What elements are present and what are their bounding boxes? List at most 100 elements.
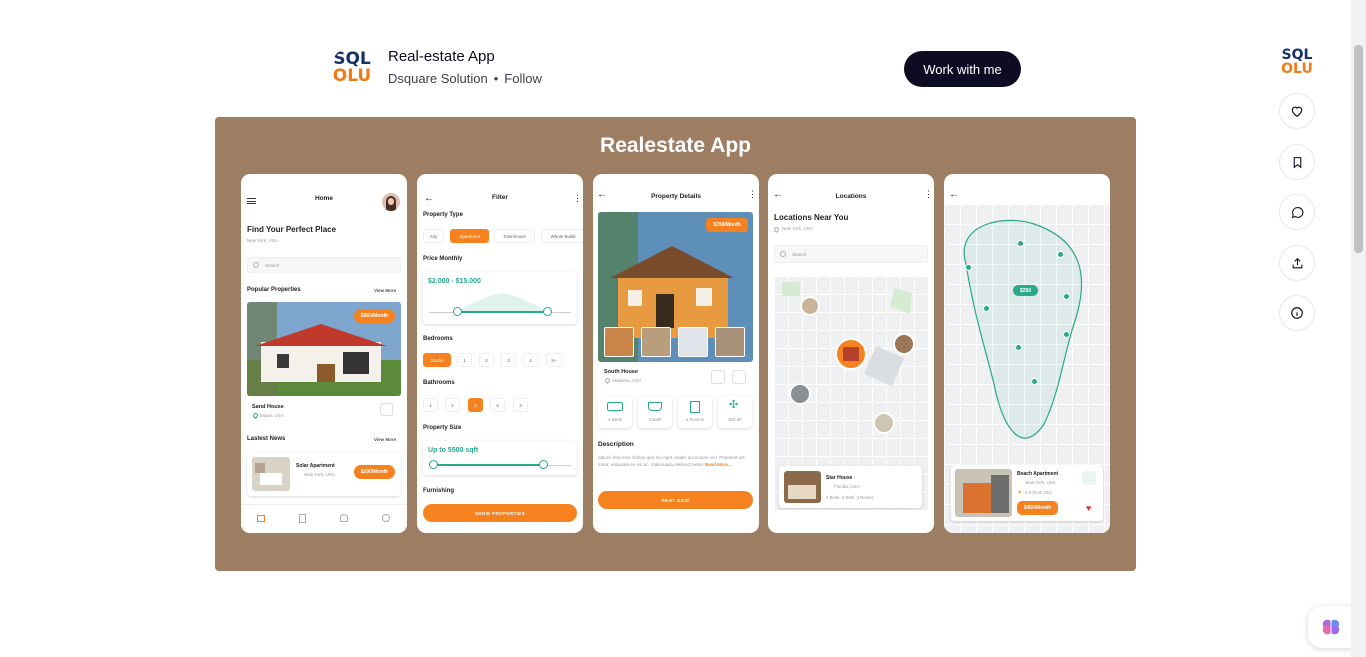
type-chip[interactable]: Whole Buildi xyxy=(541,229,583,243)
read-more-link[interactable]: Read More... xyxy=(705,462,732,467)
like-button[interactable] xyxy=(1279,93,1315,129)
bathroom-chip[interactable]: 1 xyxy=(423,398,438,412)
map-dot[interactable] xyxy=(983,305,990,312)
map-house-marker[interactable] xyxy=(800,296,820,316)
map-dot[interactable] xyxy=(1017,240,1024,247)
size-slider-min-handle[interactable] xyxy=(429,460,438,469)
price-slider-track[interactable] xyxy=(457,311,547,313)
side-logo-line-1: SQL xyxy=(1281,47,1313,63)
beach-apartment-name: Beach Apartment xyxy=(1017,471,1059,477)
rent-now-button[interactable]: RENT NOW xyxy=(598,491,753,509)
beach-apartment-price: $450/Month xyxy=(1017,501,1058,515)
assistant-button[interactable] xyxy=(1308,606,1354,648)
map-dot[interactable] xyxy=(1063,293,1070,300)
brain-icon xyxy=(1322,619,1340,635)
profile-icon[interactable] xyxy=(382,514,390,522)
bedroom-chip[interactable]: 5+ xyxy=(546,353,562,367)
shot-image[interactable]: Realestate App Home Find Your Perfect Pl… xyxy=(215,117,1136,571)
gallery-thumb[interactable] xyxy=(641,327,671,357)
author-avatar[interactable]: SQL OLU xyxy=(331,47,373,89)
size-slider-track[interactable] xyxy=(433,464,543,466)
popular-view-more[interactable]: View More xyxy=(374,288,396,293)
news-card[interactable]: Solar Apartment New York, USA $290/Month xyxy=(247,452,401,496)
area-map[interactable]: $250 Beach Apartment New York, USA 4.9 (… xyxy=(944,204,1110,533)
price-histogram xyxy=(457,293,547,312)
info-button[interactable] xyxy=(1279,295,1315,331)
map-house-marker[interactable] xyxy=(789,383,811,405)
feature-rooms: 3 Rooms xyxy=(856,495,874,500)
map-price-marker[interactable]: $250 xyxy=(1013,285,1038,296)
gallery-thumb[interactable] xyxy=(678,327,708,357)
map-house-marker[interactable] xyxy=(873,412,895,434)
bookmark-icon[interactable] xyxy=(380,403,393,416)
type-chip[interactable]: Any xyxy=(423,229,444,243)
more-icon[interactable]: ⋮ xyxy=(573,193,582,204)
save-button[interactable] xyxy=(1279,144,1315,180)
share-button[interactable] xyxy=(1279,245,1315,281)
bedroom-chip[interactable]: 3 xyxy=(501,353,516,367)
side-author-avatar[interactable]: SQL OLU xyxy=(1279,44,1315,80)
locations-heading: Locations Near You xyxy=(774,213,849,222)
selected-house-marker[interactable] xyxy=(835,338,867,370)
author-name[interactable]: Dsquare Solution xyxy=(388,71,488,86)
bookmark-icon[interactable] xyxy=(299,514,306,523)
bathroom-chip[interactable]: 4 xyxy=(513,398,528,412)
page-scrollbar[interactable] xyxy=(1351,0,1366,657)
gallery-thumb[interactable] xyxy=(715,327,745,357)
work-with-me-button[interactable]: Work with me xyxy=(904,51,1021,87)
share-icon xyxy=(1292,257,1302,268)
sand-house-price: $360/Month xyxy=(354,309,395,323)
bell-icon[interactable] xyxy=(340,514,348,522)
price-slider-max-handle[interactable] xyxy=(543,307,552,316)
bedroom-chip[interactable]: 4 xyxy=(523,353,538,367)
bathroom-chip[interactable]: 4 xyxy=(490,398,505,412)
home-heading: Find Your Perfect Place xyxy=(247,225,337,234)
bedroom-chip[interactable]: 1 xyxy=(457,353,472,367)
scrollbar-thumb[interactable] xyxy=(1354,45,1363,253)
share-icon[interactable] xyxy=(711,370,725,384)
search-placeholder: Search xyxy=(792,251,807,257)
beach-apartment-card[interactable]: Beach Apartment New York, USA 4.9 (from … xyxy=(951,465,1103,521)
home-search-input[interactable]: Search xyxy=(247,257,401,273)
home-icon[interactable] xyxy=(257,515,265,522)
bedroom-chip[interactable]: 2 xyxy=(479,353,494,367)
bookmark-icon xyxy=(1293,156,1301,169)
location-pin-icon xyxy=(603,376,612,385)
map-house-marker[interactable] xyxy=(893,333,915,355)
navigate-icon[interactable] xyxy=(1082,471,1096,485)
feature-label: 4 Beds xyxy=(607,417,622,422)
bedroom-chip[interactable]: Studio xyxy=(423,353,451,367)
shot-image-title: Realestate App xyxy=(600,134,751,157)
star-house-name: Star House xyxy=(826,475,853,481)
heart-icon xyxy=(1291,106,1303,117)
type-chip[interactable]: Apartment xyxy=(450,229,489,243)
map-dot[interactable] xyxy=(1015,344,1022,351)
locations-title: Locations xyxy=(835,193,867,200)
locations-search-input[interactable]: Search xyxy=(774,245,928,263)
locations-map[interactable]: Star House Florida, USA 2 Beds 2 Bath 3 … xyxy=(774,276,928,510)
map-dot[interactable] xyxy=(1031,378,1038,385)
type-chip[interactable]: Townhouse xyxy=(494,229,535,243)
map-dot[interactable] xyxy=(1063,331,1070,338)
bookmark-icon[interactable] xyxy=(732,370,746,384)
map-dot[interactable] xyxy=(1057,251,1064,258)
bathroom-chip[interactable]: 2 xyxy=(445,398,460,412)
side-logo-line-2: OLU xyxy=(1281,61,1313,77)
map-dot[interactable] xyxy=(965,264,972,271)
more-icon[interactable]: ⋮ xyxy=(748,189,757,200)
star-house-card[interactable]: Star House Florida, USA 2 Beds 2 Bath 3 … xyxy=(779,466,922,508)
gallery-thumb[interactable] xyxy=(604,327,634,357)
bathrooms-label: Bathrooms xyxy=(423,380,455,386)
price-slider-min-handle[interactable] xyxy=(453,307,462,316)
news-view-more[interactable]: View More xyxy=(374,437,396,442)
comment-button[interactable] xyxy=(1279,194,1315,230)
size-slider-max-handle[interactable] xyxy=(539,460,548,469)
popular-label: Popular Properties xyxy=(247,287,301,293)
bathroom-chip[interactable]: 3 xyxy=(468,398,483,412)
phone-filter: ← Filter ⋮ Property Type Any Apartment T… xyxy=(417,174,583,533)
follow-link[interactable]: Follow xyxy=(504,71,542,86)
favorite-heart-icon[interactable]: ♥ xyxy=(1086,504,1091,513)
more-icon[interactable]: ⋮ xyxy=(924,189,933,200)
show-properties-button[interactable]: SHOW PROPERTIES xyxy=(423,504,577,522)
back-arrow-icon[interactable]: ← xyxy=(949,189,959,200)
